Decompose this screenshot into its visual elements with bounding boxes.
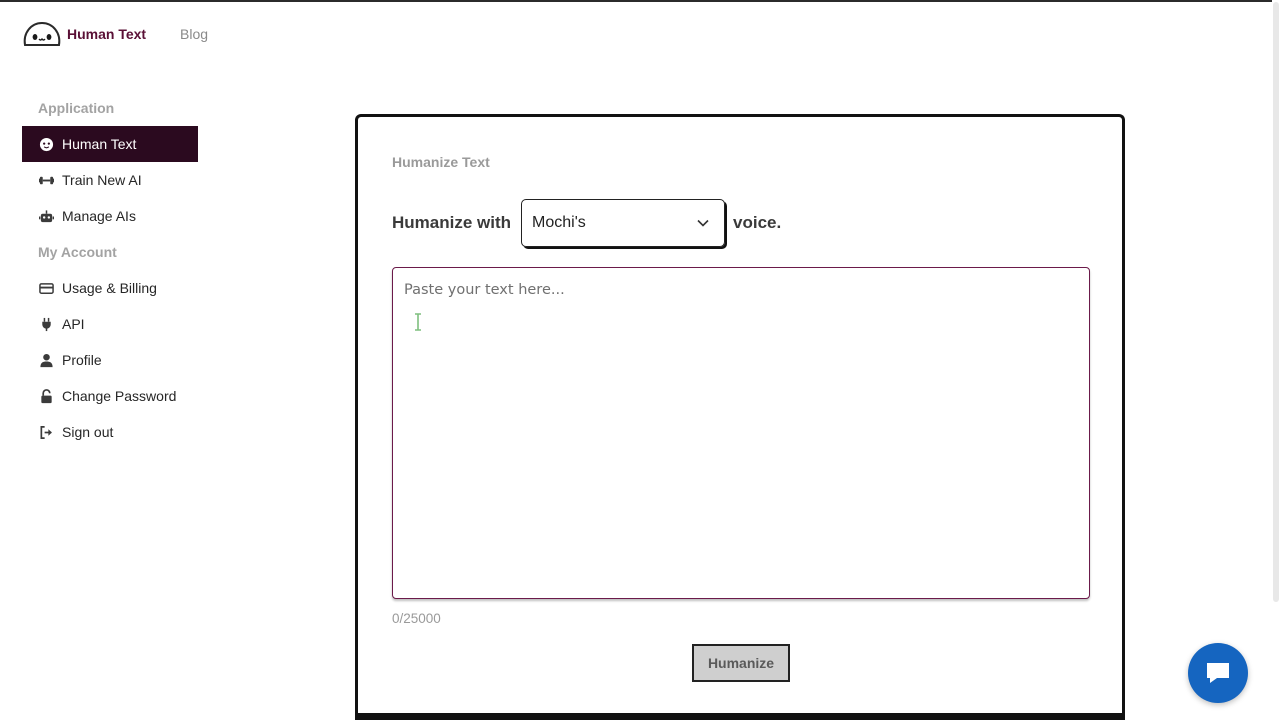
scrollbar-thumb[interactable]: [1273, 2, 1279, 602]
page-scrollbar[interactable]: [1272, 0, 1280, 720]
voice-select[interactable]: Mochi's: [521, 199, 726, 247]
lock-icon: [38, 388, 54, 404]
voice-selector-row: Humanize with Mochi's voice.: [392, 199, 781, 247]
humanize-suffix-label: voice.: [733, 213, 782, 232]
card-bottom-edge: [355, 713, 1125, 720]
mochi-logo-icon: [23, 21, 61, 46]
top-border: [0, 0, 1280, 2]
chevron-down-icon: [697, 219, 709, 227]
sidebar-item-label: Profile: [62, 352, 102, 368]
character-counter: 0/25000: [392, 611, 441, 626]
sidebar-item-usage-billing[interactable]: Usage & Billing: [22, 270, 198, 306]
sidebar-item-manage-ais[interactable]: Manage AIs: [22, 198, 198, 234]
sidebar-item-label: Human Text: [62, 136, 137, 152]
humanize-prefix-label: Humanize with: [392, 213, 512, 232]
sidebar-item-api[interactable]: API: [22, 306, 198, 342]
sidebar-item-profile[interactable]: Profile: [22, 342, 198, 378]
sidebar-item-label: Train New AI: [62, 172, 142, 188]
sidebar-item-label: Manage AIs: [62, 208, 136, 224]
sidebar-item-label: Change Password: [62, 388, 177, 404]
card-title: Humanize Text: [392, 154, 490, 170]
humanize-card: Humanize Text Humanize with Mochi's voic…: [355, 114, 1125, 720]
sidebar-item-label: Sign out: [62, 424, 114, 440]
sidebar-item-train-new-ai[interactable]: Train New AI: [22, 162, 198, 198]
text-input-area[interactable]: [392, 267, 1090, 599]
mask-icon: [38, 136, 54, 152]
credit-card-icon: [38, 280, 54, 296]
sidebar-item-sign-out[interactable]: Sign out: [22, 414, 198, 450]
user-icon: [38, 352, 54, 368]
blog-link[interactable]: Blog: [180, 26, 208, 42]
chat-widget-button[interactable]: [1188, 643, 1248, 703]
voice-select-value: Mochi's: [532, 214, 586, 231]
humanize-button[interactable]: Humanize: [692, 644, 790, 682]
sidebar-item-human-text[interactable]: Human Text: [22, 126, 198, 162]
sidebar-section-application: Application: [38, 100, 115, 116]
chat-bubble-icon: [1207, 663, 1229, 683]
sidebar-item-change-password[interactable]: Change Password: [22, 378, 198, 414]
text-cursor-icon: [415, 313, 421, 331]
dumbbell-icon: [38, 172, 54, 188]
sidebar-item-label: Usage & Billing: [62, 280, 157, 296]
sidebar-item-label: API: [62, 316, 85, 332]
sidebar: Application Human Text Train New AI Mana…: [22, 96, 198, 450]
robot-icon: [38, 208, 54, 224]
plug-icon: [38, 316, 54, 332]
brand-name: Human Text: [67, 26, 147, 42]
sidebar-section-my-account: My Account: [38, 244, 117, 260]
sign-out-icon: [38, 424, 54, 440]
brand-link[interactable]: Human Text: [22, 18, 146, 50]
